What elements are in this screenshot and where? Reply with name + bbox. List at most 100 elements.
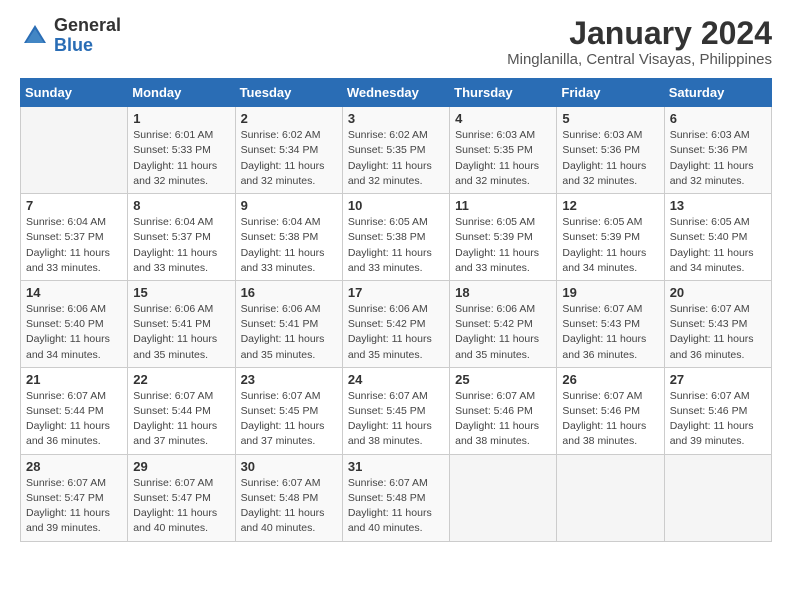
day-info: Sunrise: 6:06 AMSunset: 5:42 PMDaylight:… (348, 302, 444, 363)
day-info: Sunrise: 6:03 AMSunset: 5:35 PMDaylight:… (455, 128, 551, 189)
day-cell: 11Sunrise: 6:05 AMSunset: 5:39 PMDayligh… (450, 194, 557, 281)
day-number: 26 (562, 372, 658, 387)
day-cell: 20 Sunrise: 6:07 AMSunset: 5:43 PMDayligh… (664, 280, 771, 367)
col-header-monday: Monday (128, 79, 235, 107)
day-info: Sunrise: 6:07 AMSunset: 5:43 PMDaylight:… (562, 302, 658, 363)
day-info: Sunrise: 6:07 AMSunset: 5:46 PMDaylight:… (455, 389, 551, 450)
day-number: 6 (670, 111, 766, 126)
day-cell: 21Sunrise: 6:07 AMSunset: 5:44 PMDayligh… (21, 367, 128, 454)
day-cell: 26 Sunrise: 6:07 AMSunset: 5:46 PMDayligh… (557, 367, 664, 454)
week-row-5: 28 Sunrise: 6:07 AMSunset: 5:47 PMDayligh… (21, 454, 772, 541)
day-number: 2 (241, 111, 337, 126)
day-number: 24 (348, 372, 444, 387)
col-header-friday: Friday (557, 79, 664, 107)
day-info: Sunrise: 6:07 AMSunset: 5:44 PMDaylight:… (133, 389, 229, 450)
day-cell: 30Sunrise: 6:07 AMSunset: 5:48 PMDayligh… (235, 454, 342, 541)
day-number: 20 (670, 285, 766, 300)
day-cell: 19 Sunrise: 6:07 AMSunset: 5:43 PMDayligh… (557, 280, 664, 367)
day-cell: 24 Sunrise: 6:07 AMSunset: 5:45 PMDayligh… (342, 367, 449, 454)
day-cell: 4 Sunrise: 6:03 AMSunset: 5:35 PMDaylight… (450, 107, 557, 194)
calendar-title: January 2024 (507, 16, 772, 51)
day-number: 4 (455, 111, 551, 126)
day-number: 17 (348, 285, 444, 300)
day-cell: 3 Sunrise: 6:02 AMSunset: 5:35 PMDaylight… (342, 107, 449, 194)
day-cell: 2 Sunrise: 6:02 AMSunset: 5:34 PMDaylight… (235, 107, 342, 194)
day-number: 12 (562, 198, 658, 213)
day-number: 8 (133, 198, 229, 213)
day-number: 14 (26, 285, 122, 300)
day-cell: 13Sunrise: 6:05 AMSunset: 5:40 PMDayligh… (664, 194, 771, 281)
day-info: Sunrise: 6:07 AMSunset: 5:43 PMDaylight:… (670, 302, 766, 363)
day-number: 19 (562, 285, 658, 300)
day-cell: 31Sunrise: 6:07 AMSunset: 5:48 PMDayligh… (342, 454, 449, 541)
day-info: Sunrise: 6:07 AMSunset: 5:47 PMDaylight:… (133, 476, 229, 537)
day-info: Sunrise: 6:06 AMSunset: 5:41 PMDaylight:… (241, 302, 337, 363)
day-number: 3 (348, 111, 444, 126)
day-cell: 14 Sunrise: 6:06 AMSunset: 5:40 PMDayligh… (21, 280, 128, 367)
day-cell (664, 454, 771, 541)
day-number: 9 (241, 198, 337, 213)
day-info: Sunrise: 6:01 AMSunset: 5:33 PMDaylight:… (133, 128, 229, 189)
logo-general: General (54, 15, 121, 35)
header-row: SundayMondayTuesdayWednesdayThursdayFrid… (21, 79, 772, 107)
col-header-sunday: Sunday (21, 79, 128, 107)
day-info: Sunrise: 6:05 AMSunset: 5:38 PMDaylight:… (348, 215, 444, 276)
day-number: 22 (133, 372, 229, 387)
day-cell: 5Sunrise: 6:03 AMSunset: 5:36 PMDaylight… (557, 107, 664, 194)
week-row-3: 14 Sunrise: 6:06 AMSunset: 5:40 PMDayligh… (21, 280, 772, 367)
day-cell: 25 Sunrise: 6:07 AMSunset: 5:46 PMDayligh… (450, 367, 557, 454)
day-info: Sunrise: 6:07 AMSunset: 5:45 PMDaylight:… (241, 389, 337, 450)
day-cell: 18 Sunrise: 6:06 AMSunset: 5:42 PMDayligh… (450, 280, 557, 367)
day-cell: 6Sunrise: 6:03 AMSunset: 5:36 PMDaylight… (664, 107, 771, 194)
logo-blue: Blue (54, 35, 93, 55)
day-cell: 12 Sunrise: 6:05 AMSunset: 5:39 PMDayligh… (557, 194, 664, 281)
day-number: 29 (133, 459, 229, 474)
day-cell: 10Sunrise: 6:05 AMSunset: 5:38 PMDayligh… (342, 194, 449, 281)
day-cell (557, 454, 664, 541)
day-info: Sunrise: 6:07 AMSunset: 5:44 PMDaylight:… (26, 389, 122, 450)
week-row-4: 21Sunrise: 6:07 AMSunset: 5:44 PMDayligh… (21, 367, 772, 454)
day-cell: 23Sunrise: 6:07 AMSunset: 5:45 PMDayligh… (235, 367, 342, 454)
day-number: 15 (133, 285, 229, 300)
day-cell: 8 Sunrise: 6:04 AMSunset: 5:37 PMDaylight… (128, 194, 235, 281)
day-cell: 9 Sunrise: 6:04 AMSunset: 5:38 PMDaylight… (235, 194, 342, 281)
col-header-thursday: Thursday (450, 79, 557, 107)
day-info: Sunrise: 6:07 AMSunset: 5:45 PMDaylight:… (348, 389, 444, 450)
day-info: Sunrise: 6:07 AMSunset: 5:48 PMDaylight:… (348, 476, 444, 537)
calendar-subtitle: Minglanilla, Central Visayas, Philippine… (507, 51, 772, 68)
col-header-tuesday: Tuesday (235, 79, 342, 107)
day-cell: 16Sunrise: 6:06 AMSunset: 5:41 PMDayligh… (235, 280, 342, 367)
day-cell: 28 Sunrise: 6:07 AMSunset: 5:47 PMDayligh… (21, 454, 128, 541)
logo: General Blue (20, 16, 121, 56)
day-number: 1 (133, 111, 229, 126)
day-info: Sunrise: 6:07 AMSunset: 5:46 PMDaylight:… (562, 389, 658, 450)
day-info: Sunrise: 6:05 AMSunset: 5:39 PMDaylight:… (455, 215, 551, 276)
col-header-wednesday: Wednesday (342, 79, 449, 107)
day-info: Sunrise: 6:05 AMSunset: 5:39 PMDaylight:… (562, 215, 658, 276)
day-info: Sunrise: 6:07 AMSunset: 5:47 PMDaylight:… (26, 476, 122, 537)
week-row-2: 7Sunrise: 6:04 AMSunset: 5:37 PMDaylight… (21, 194, 772, 281)
day-info: Sunrise: 6:07 AMSunset: 5:46 PMDaylight:… (670, 389, 766, 450)
day-info: Sunrise: 6:06 AMSunset: 5:40 PMDaylight:… (26, 302, 122, 363)
day-number: 25 (455, 372, 551, 387)
day-number: 28 (26, 459, 122, 474)
day-info: Sunrise: 6:07 AMSunset: 5:48 PMDaylight:… (241, 476, 337, 537)
day-info: Sunrise: 6:04 AMSunset: 5:37 PMDaylight:… (133, 215, 229, 276)
week-row-1: 1 Sunrise: 6:01 AMSunset: 5:33 PMDaylight… (21, 107, 772, 194)
day-cell: 17 Sunrise: 6:06 AMSunset: 5:42 PMDayligh… (342, 280, 449, 367)
logo-icon (20, 21, 50, 51)
day-info: Sunrise: 6:03 AMSunset: 5:36 PMDaylight:… (562, 128, 658, 189)
day-info: Sunrise: 6:05 AMSunset: 5:40 PMDaylight:… (670, 215, 766, 276)
day-number: 27 (670, 372, 766, 387)
day-number: 18 (455, 285, 551, 300)
day-info: Sunrise: 6:04 AMSunset: 5:38 PMDaylight:… (241, 215, 337, 276)
title-block: January 2024 Minglanilla, Central Visaya… (507, 16, 772, 68)
day-info: Sunrise: 6:06 AMSunset: 5:42 PMDaylight:… (455, 302, 551, 363)
day-cell (450, 454, 557, 541)
day-cell: 29 Sunrise: 6:07 AMSunset: 5:47 PMDayligh… (128, 454, 235, 541)
day-info: Sunrise: 6:02 AMSunset: 5:35 PMDaylight:… (348, 128, 444, 189)
day-info: Sunrise: 6:02 AMSunset: 5:34 PMDaylight:… (241, 128, 337, 189)
day-cell: 1 Sunrise: 6:01 AMSunset: 5:33 PMDaylight… (128, 107, 235, 194)
day-info: Sunrise: 6:06 AMSunset: 5:41 PMDaylight:… (133, 302, 229, 363)
day-cell (21, 107, 128, 194)
